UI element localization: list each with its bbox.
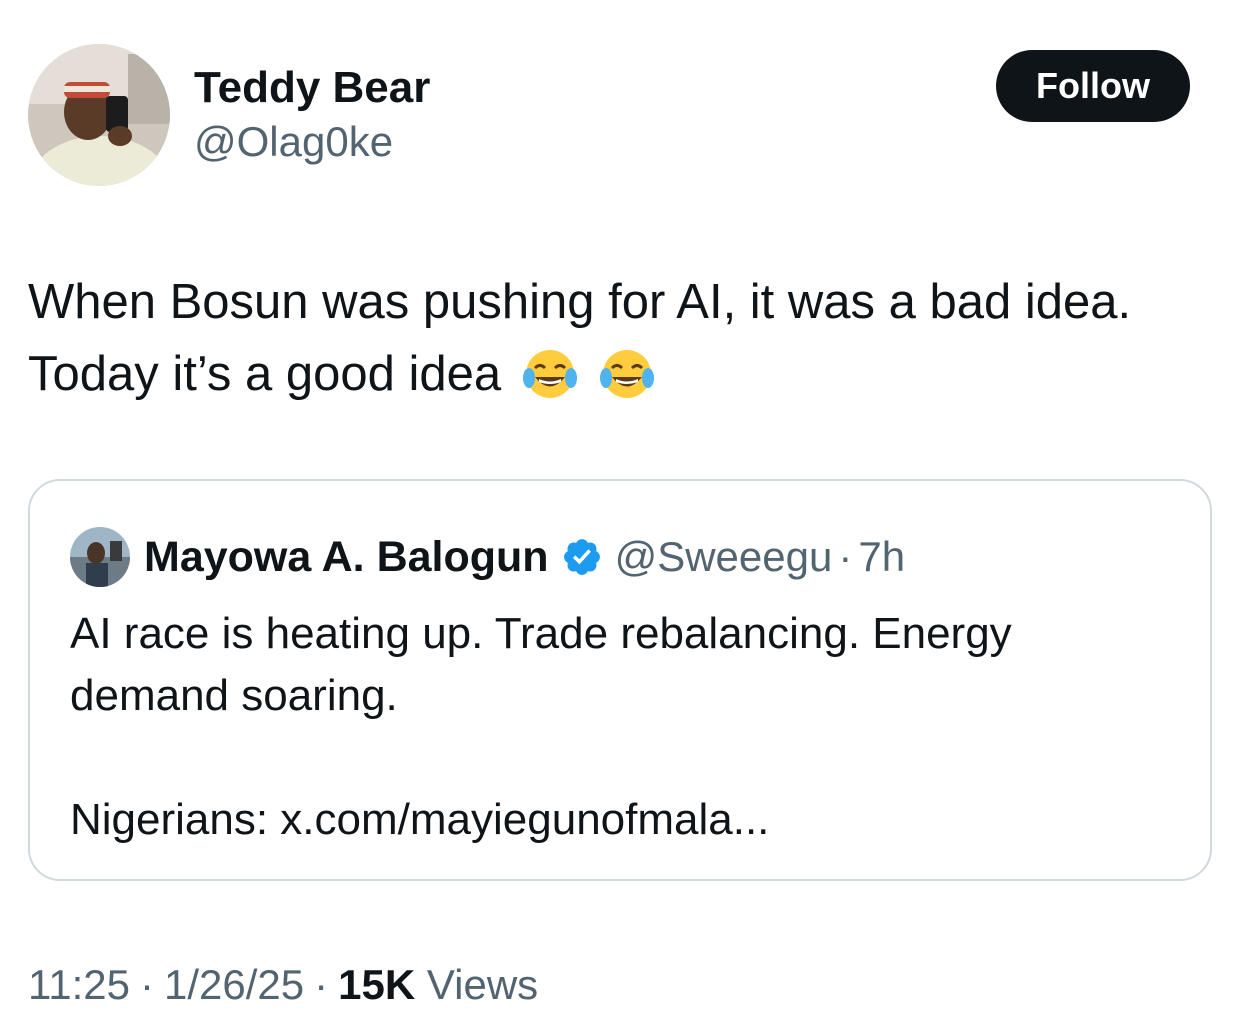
face-with-tears-of-joy-icon <box>521 344 579 422</box>
quoted-author-name: Mayowa A. Balogun <box>144 532 549 581</box>
quoted-text-link-line: Nigerians: x.com/mayiegunofmala... <box>70 795 770 844</box>
tweet-header: Teddy Bear @Olag0ke Follow <box>28 44 1190 188</box>
meta-separator: · <box>314 961 329 1008</box>
tweet-date[interactable]: 1/26/25 <box>164 961 304 1008</box>
quoted-author-handle: @Sweeegu <box>614 533 833 580</box>
quoted-author-avatar <box>70 527 130 587</box>
meta-separator: · <box>140 961 154 1008</box>
quoted-tweet-card[interactable]: Mayowa A. Balogun @Sweeegu · 7h AI race … <box>28 479 1212 881</box>
verified-badge-icon <box>561 536 603 578</box>
quoted-tweet-text: AI race is heating up. Trade rebalancing… <box>70 603 1180 851</box>
quoted-tweet-header: Mayowa A. Balogun @Sweeegu · 7h <box>70 525 905 589</box>
quoted-text-line: AI race is heating up. Trade rebalancing… <box>70 609 1012 658</box>
tweet-time[interactable]: 11:25 <box>28 961 130 1008</box>
views-count: 15K <box>338 961 416 1008</box>
author-handle[interactable]: @Olag0ke <box>194 116 430 168</box>
author-avatar[interactable] <box>28 44 170 186</box>
tweet-body: When Bosun was pushing for AI, it was a … <box>28 266 1208 422</box>
face-with-tears-of-joy-icon <box>598 344 656 422</box>
quoted-separator: · <box>838 533 853 580</box>
author-display-name[interactable]: Teddy Bear <box>194 62 430 114</box>
quoted-text-line: demand soaring. <box>70 671 398 720</box>
quoted-timestamp: 7h <box>858 533 906 580</box>
tweet-meta: 11:25 · 1/26/25 · 15K Views <box>28 955 538 1015</box>
follow-button[interactable]: Follow <box>996 50 1190 122</box>
tweet: Teddy Bear @Olag0ke Follow When Bosun wa… <box>0 0 1242 1011</box>
author-names: Teddy Bear @Olag0ke <box>194 62 430 168</box>
tweet-text: When Bosun was pushing for AI, it was a … <box>28 275 1132 401</box>
views-label: Views <box>426 961 539 1008</box>
